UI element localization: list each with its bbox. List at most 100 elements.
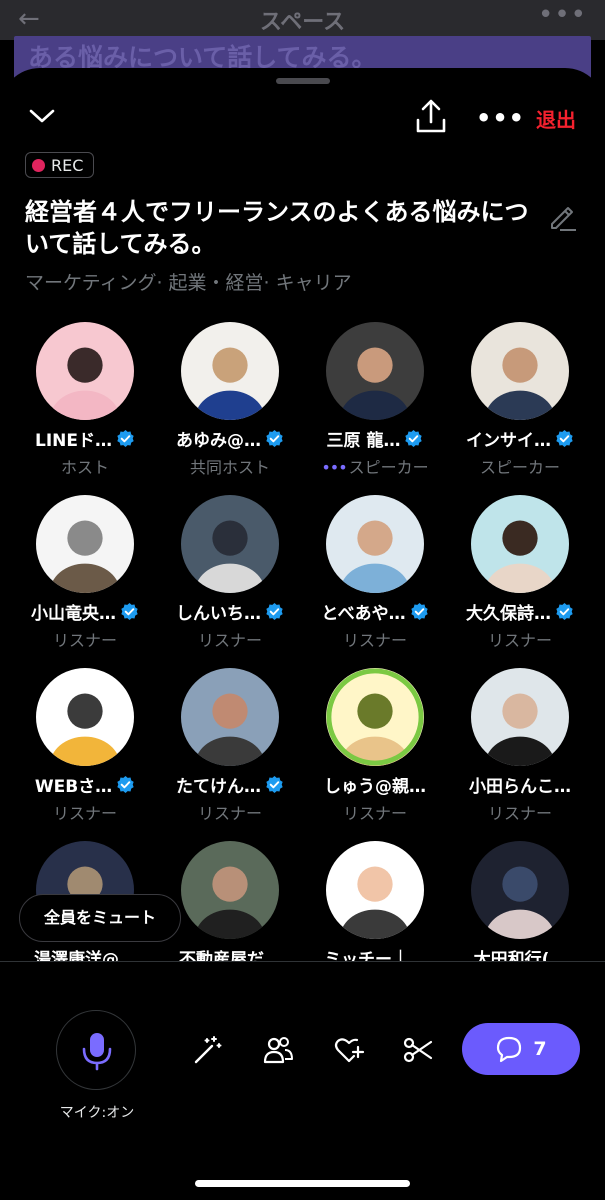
exit-button[interactable]: 退出 — [536, 104, 576, 133]
participant-avatar[interactable] — [326, 841, 424, 939]
participant-6[interactable]: しんいち… リスナー — [157, 495, 303, 655]
participant-avatar[interactable] — [181, 668, 279, 766]
participant-role-row: リスナー — [447, 627, 593, 651]
participant-name: WEBさ… — [34, 777, 113, 797]
participant-role: 共同ホスト — [189, 458, 270, 477]
mic-label: マイク:オン — [59, 1105, 135, 1121]
comments-button[interactable]: 7 — [462, 1023, 580, 1075]
participant-8[interactable]: 大久保詩… リスナー — [447, 495, 593, 655]
participant-name-row: しゅう@親… — [302, 772, 448, 797]
participant-avatar[interactable] — [181, 322, 279, 420]
participant-role-row: リスナー — [302, 800, 448, 824]
verified-badge-icon — [266, 429, 283, 448]
participant-name: 大久保詩… — [466, 604, 551, 624]
recording-dot-icon — [32, 158, 45, 172]
edit-pencil-icon[interactable] — [546, 200, 578, 232]
participant-5[interactable]: 小山竜央… リスナー — [12, 495, 158, 655]
participant-role: リスナー — [342, 631, 407, 650]
participant-role: リスナー — [342, 804, 407, 823]
participant-avatar[interactable] — [471, 668, 569, 766]
heart-plus-icon[interactable] — [333, 1034, 365, 1066]
participant-name-row: たてけん… — [157, 772, 303, 797]
participant-15[interactable]: ミッチー｜… — [302, 841, 448, 962]
participant-7[interactable]: とべあや… リスナー — [302, 495, 448, 655]
participant-avatar[interactable] — [471, 841, 569, 939]
avatar-image — [36, 668, 134, 766]
participant-12[interactable]: 小田らんこ… リスナー — [447, 668, 593, 828]
participant-name: 湯澤康洋@… — [34, 950, 136, 962]
participant-role: リスナー — [52, 631, 117, 650]
participant-avatar[interactable] — [36, 322, 134, 420]
background-more-icon: ••• — [537, 0, 587, 30]
mic-icon — [82, 1033, 112, 1071]
rec-label: REC — [51, 155, 84, 175]
participant-role-row: スピーカー — [447, 454, 593, 478]
speaking-dots-icon: ••• — [321, 458, 347, 477]
participant-avatar[interactable] — [471, 322, 569, 420]
sheet-topbar: ••• 退出 — [0, 98, 605, 142]
sheet-grabber[interactable] — [276, 78, 330, 84]
share-icon[interactable] — [414, 98, 448, 136]
participant-role: リスナー — [487, 804, 552, 823]
participant-14[interactable]: 不動産屋だ… — [157, 841, 303, 962]
participant-name-row: 大久保詩… — [447, 599, 593, 624]
participant-name-row: 不動産屋だ… — [157, 945, 303, 962]
participant-avatar[interactable] — [471, 495, 569, 593]
participant-name-row: WEBさ… — [12, 772, 158, 797]
space-topics: マーケティング· 起業・経営· キャリア — [25, 272, 352, 294]
participant-name-row: LINEド… — [12, 426, 158, 451]
participant-3[interactable]: 三原 龍… ••• スピーカー — [302, 322, 448, 482]
participant-avatar[interactable] — [326, 322, 424, 420]
participant-avatar[interactable] — [36, 495, 134, 593]
participant-role: リスナー — [487, 631, 552, 650]
verified-badge-icon — [121, 602, 138, 621]
participant-name-row: 小山竜央… — [12, 599, 158, 624]
participant-avatar[interactable] — [326, 668, 424, 766]
participant-role-row: リスナー — [12, 800, 158, 824]
avatar-image — [181, 322, 279, 420]
participant-role: スピーカー — [479, 458, 560, 477]
avatar-image — [326, 668, 424, 766]
participant-name-row: 三原 龍… — [302, 426, 448, 451]
participant-2[interactable]: あゆみ@… 共同ホスト — [157, 322, 303, 482]
home-indicator[interactable] — [195, 1180, 410, 1187]
participant-role: リスナー — [197, 631, 262, 650]
comment-icon — [497, 1036, 522, 1063]
participant-4[interactable]: インサイ… スピーカー — [447, 322, 593, 482]
participant-name-row: 太田和行(… — [447, 945, 593, 962]
participant-1[interactable]: LINEド… ホスト — [12, 322, 158, 482]
participant-name: LINEド… — [35, 431, 112, 451]
magic-wand-icon[interactable] — [192, 1034, 224, 1066]
participant-role: ホスト — [60, 458, 109, 477]
chevron-down-icon[interactable] — [28, 106, 56, 126]
participant-name: 不動産屋だ… — [179, 950, 281, 962]
people-icon[interactable] — [262, 1034, 294, 1066]
participant-avatar[interactable] — [181, 841, 279, 939]
participant-name-row: ミッチー｜… — [302, 945, 448, 962]
participants-grid: LINEド… ホスト あゆみ@… 共同ホスト 三原 龍… ••• スピーカー インサイ… スピー… — [0, 322, 605, 962]
participant-name: ミッチー｜… — [324, 950, 426, 962]
participant-role-row: リスナー — [447, 800, 593, 824]
scissors-icon[interactable] — [402, 1034, 434, 1066]
participant-9[interactable]: WEBさ… リスナー — [12, 668, 158, 828]
avatar-image — [181, 668, 279, 766]
participant-name: インサイ… — [466, 431, 551, 451]
participant-role-row: 共同ホスト — [157, 454, 303, 478]
verified-badge-icon — [410, 602, 428, 621]
verified-badge-icon — [266, 602, 283, 621]
participant-11[interactable]: しゅう@親… リスナー — [302, 668, 448, 828]
participant-10[interactable]: たてけん… リスナー — [157, 668, 303, 828]
participant-name-row: 湯澤康洋@… — [12, 945, 158, 962]
participant-avatar[interactable] — [181, 495, 279, 593]
avatar-image — [471, 495, 569, 593]
space-title: 経営者４人でフリーランスのよくある悩みについて話してみる。 — [25, 198, 529, 258]
mic-button[interactable] — [56, 1010, 136, 1090]
more-dots-icon[interactable]: ••• — [476, 104, 525, 132]
participant-16[interactable]: 太田和行(… — [447, 841, 593, 962]
participant-avatar[interactable] — [36, 668, 134, 766]
participant-name: とべあや… — [321, 604, 406, 624]
participant-name: しんいち… — [176, 604, 261, 624]
participant-name: しゅう@親… — [324, 777, 426, 797]
participant-avatar[interactable] — [326, 495, 424, 593]
mute-all-button[interactable]: 全員をミュート — [19, 894, 182, 942]
